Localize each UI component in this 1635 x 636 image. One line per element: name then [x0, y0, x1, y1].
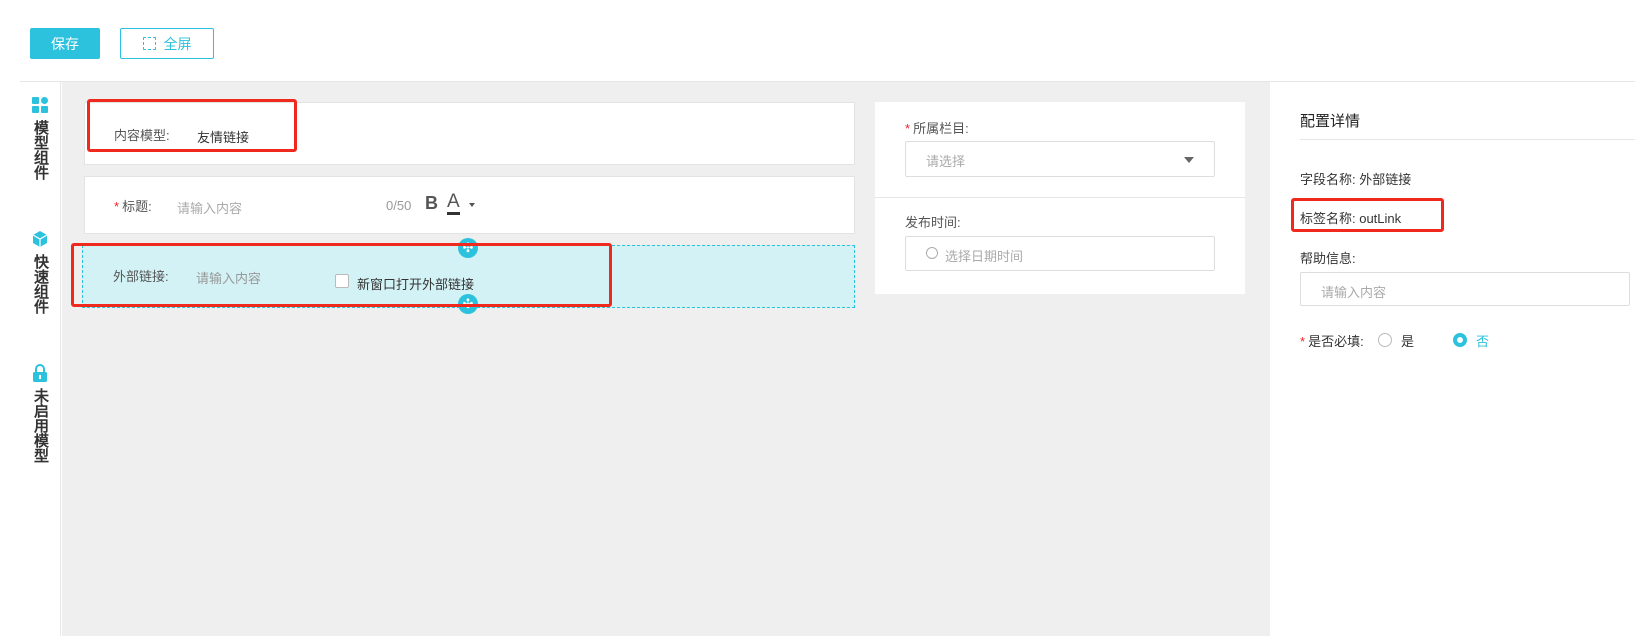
title-char-counter: 0/50: [386, 198, 412, 213]
chevron-down-icon[interactable]: [469, 203, 475, 207]
meta-panel: * 所属栏目: 请选择 发布时间: 选择日期时间: [875, 102, 1245, 294]
title-input[interactable]: 请输入内容: [177, 198, 242, 217]
config-title: 配置详情: [1300, 113, 1361, 130]
title-label: * 标题:: [114, 199, 152, 214]
grid-icon: [31, 96, 49, 114]
sidebar-item-quick-components[interactable]: 快速组件: [20, 230, 60, 314]
new-window-label: 新窗口打开外部链接: [357, 277, 475, 292]
category-select[interactable]: 请选择: [905, 141, 1215, 177]
required-label: * 是否必填:: [1300, 334, 1364, 349]
required-yes-radio[interactable]: [1378, 333, 1392, 347]
dropdown-caret-icon: [1184, 157, 1194, 163]
help-info-label: 帮助信息:: [1300, 251, 1356, 266]
drag-handle-bottom-icon[interactable]: ✣: [458, 294, 478, 314]
font-color-button[interactable]: A: [447, 192, 460, 215]
cube-icon: [31, 230, 49, 248]
title-field-card[interactable]: * 标题: 请输入内容 0/50 B A: [84, 176, 855, 234]
clock-icon: [926, 247, 938, 259]
publish-time-label: 发布时间:: [905, 215, 961, 230]
required-yes-label: 是: [1401, 334, 1415, 349]
publish-time-placeholder: 选择日期时间: [945, 249, 1024, 264]
required-no-label: 否: [1476, 334, 1490, 349]
field-name-text: 字段名称: 外部链接: [1300, 172, 1412, 187]
tag-name-text: 标签名称: outLink: [1300, 211, 1402, 226]
new-window-checkbox[interactable]: [335, 274, 349, 288]
fullscreen-button[interactable]: 全屏: [120, 28, 214, 59]
fullscreen-icon: [142, 37, 156, 50]
lock-icon: [31, 364, 49, 382]
content-model-label: 内容模型:: [114, 128, 170, 143]
publish-time-picker[interactable]: 选择日期时间: [905, 236, 1215, 271]
config-panel: 配置详情 字段名称: 外部链接 标签名称: outLink 帮助信息: 请输入内…: [1270, 82, 1635, 636]
bold-button[interactable]: B: [425, 193, 438, 214]
sidebar-item-model-components[interactable]: 模型组件: [20, 96, 60, 180]
category-select-value: 请选择: [926, 154, 966, 169]
sidebar-item-label: 快速组件: [32, 254, 49, 314]
drag-handle-top-icon[interactable]: ✣: [458, 238, 478, 258]
fullscreen-label: 全屏: [163, 35, 192, 52]
save-button[interactable]: 保存: [30, 28, 100, 59]
help-info-placeholder: 请输入内容: [1321, 285, 1387, 300]
component-sidebar: 模型组件 快速组件 未启用模型: [20, 82, 61, 636]
category-label: * 所属栏目:: [905, 121, 969, 136]
content-model-value: 友情链接: [197, 130, 250, 145]
sidebar-item-disabled-models[interactable]: 未启用模型: [20, 364, 60, 463]
outlink-input[interactable]: 请输入内容: [196, 268, 261, 287]
sidebar-item-label: 未启用模型: [32, 388, 49, 463]
toolbar: 保存 全屏: [0, 0, 1635, 80]
help-info-input[interactable]: 请输入内容: [1300, 272, 1630, 306]
config-divider: [1300, 139, 1635, 140]
sidebar-item-label: 模型组件: [32, 120, 49, 180]
meta-divider: [875, 197, 1245, 198]
outlink-label: 外部链接:: [113, 269, 169, 284]
required-no-radio[interactable]: [1453, 333, 1467, 347]
content-model-card[interactable]: 内容模型: 友情链接: [84, 102, 855, 165]
